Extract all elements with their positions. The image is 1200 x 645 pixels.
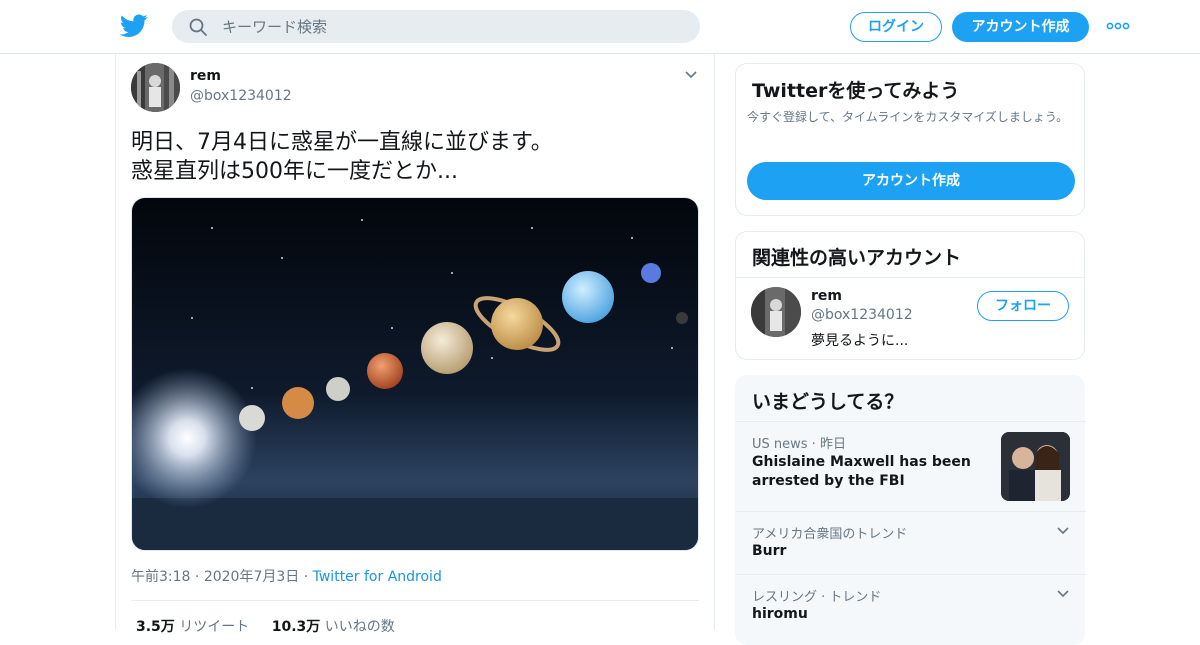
related-account-name[interactable]: rem: [811, 288, 842, 304]
divider: [736, 277, 1084, 278]
signup-button[interactable]: アカウント作成: [952, 12, 1089, 42]
related-account-bio: 夢見るように...: [811, 333, 909, 349]
trends-card: いまどうしてる？ US news · 昨日 Ghislaine Maxwell …: [735, 375, 1086, 645]
avatar[interactable]: [751, 287, 801, 337]
tweet-date[interactable]: 2020年7月3日: [204, 569, 299, 585]
tweet-author-handle[interactable]: @box1234012: [190, 88, 292, 104]
related-title: 関連性の高いアカウント: [752, 247, 962, 269]
tweet-text-line: 明日、7月4日に惑星が一直線に並びます。: [131, 130, 553, 155]
trend-title[interactable]: hiromu: [752, 606, 808, 622]
tweet-meta: 午前3:18 · 2020年7月3日 · Twitter for Android: [131, 566, 442, 586]
separator: ·: [303, 569, 309, 585]
like-count[interactable]: 10.3万: [272, 619, 321, 635]
tweet-text-line: 惑星直列は500年に一度だとか...: [131, 159, 458, 184]
chevron-down-icon[interactable]: [684, 70, 698, 80]
search-input[interactable]: [222, 10, 682, 43]
trends-title: いまどうしてる？: [752, 391, 904, 413]
trend-item[interactable]: アメリカ合衆国のトレンド Burr: [736, 511, 1086, 574]
trend-thumbnail[interactable]: [1001, 432, 1070, 501]
signup-card-button[interactable]: アカウント作成: [747, 162, 1075, 200]
tweet-time[interactable]: 午前3:18: [131, 569, 190, 585]
trend-item[interactable]: US news · 昨日 Ghislaine Maxwell has been …: [736, 421, 1086, 511]
twitter-bird-icon[interactable]: [120, 13, 148, 39]
chevron-down-icon[interactable]: [1056, 589, 1070, 599]
divider: [131, 600, 699, 601]
more-dots-icon[interactable]: [1106, 20, 1130, 32]
trend-context: アメリカ合衆国のトレンド: [752, 527, 908, 542]
trend-title[interactable]: Ghislaine Maxwell has been arrested by t…: [752, 453, 982, 491]
retweet-label[interactable]: リツイート: [179, 619, 249, 635]
related-account-handle[interactable]: @box1234012: [811, 307, 913, 323]
signup-card: Twitterを使ってみよう 今すぐ登録して、タイムラインをカスタマイズしましょ…: [735, 63, 1085, 216]
tweet-stats: 3.5万 リツイート 10.3万 いいねの数: [136, 616, 413, 636]
trend-context: US news · 昨日: [752, 437, 846, 452]
tweet-author-name[interactable]: rem: [190, 68, 221, 84]
chevron-down-icon[interactable]: [1056, 526, 1070, 536]
tweet-source-link[interactable]: Twitter for Android: [313, 569, 442, 585]
search-box[interactable]: [172, 10, 700, 43]
like-label[interactable]: いいねの数: [325, 619, 395, 635]
signup-card-title: Twitterを使ってみよう: [752, 80, 960, 102]
retweet-count[interactable]: 3.5万: [136, 619, 175, 635]
tweet-image[interactable]: [131, 197, 699, 551]
signup-card-description: 今すぐ登録して、タイムラインをカスタマイズしましょう。: [747, 110, 1069, 124]
trend-item[interactable]: レスリング · トレンド hiromu: [736, 574, 1086, 637]
login-button[interactable]: ログイン: [850, 12, 942, 42]
related-accounts-card: 関連性の高いアカウント rem @box1234012 夢見るように... フォ…: [735, 231, 1085, 360]
avatar[interactable]: [131, 63, 180, 112]
search-icon: [189, 18, 207, 36]
tweet-text: 明日、7月4日に惑星が一直線に並びます。 惑星直列は500年に一度だとか...: [131, 128, 701, 186]
top-bar: ログイン アカウント作成: [0, 0, 1200, 54]
trend-title[interactable]: Burr: [752, 543, 786, 559]
separator: ·: [194, 569, 200, 585]
trend-context: レスリング · トレンド: [752, 590, 882, 605]
follow-button[interactable]: フォロー: [977, 291, 1069, 321]
